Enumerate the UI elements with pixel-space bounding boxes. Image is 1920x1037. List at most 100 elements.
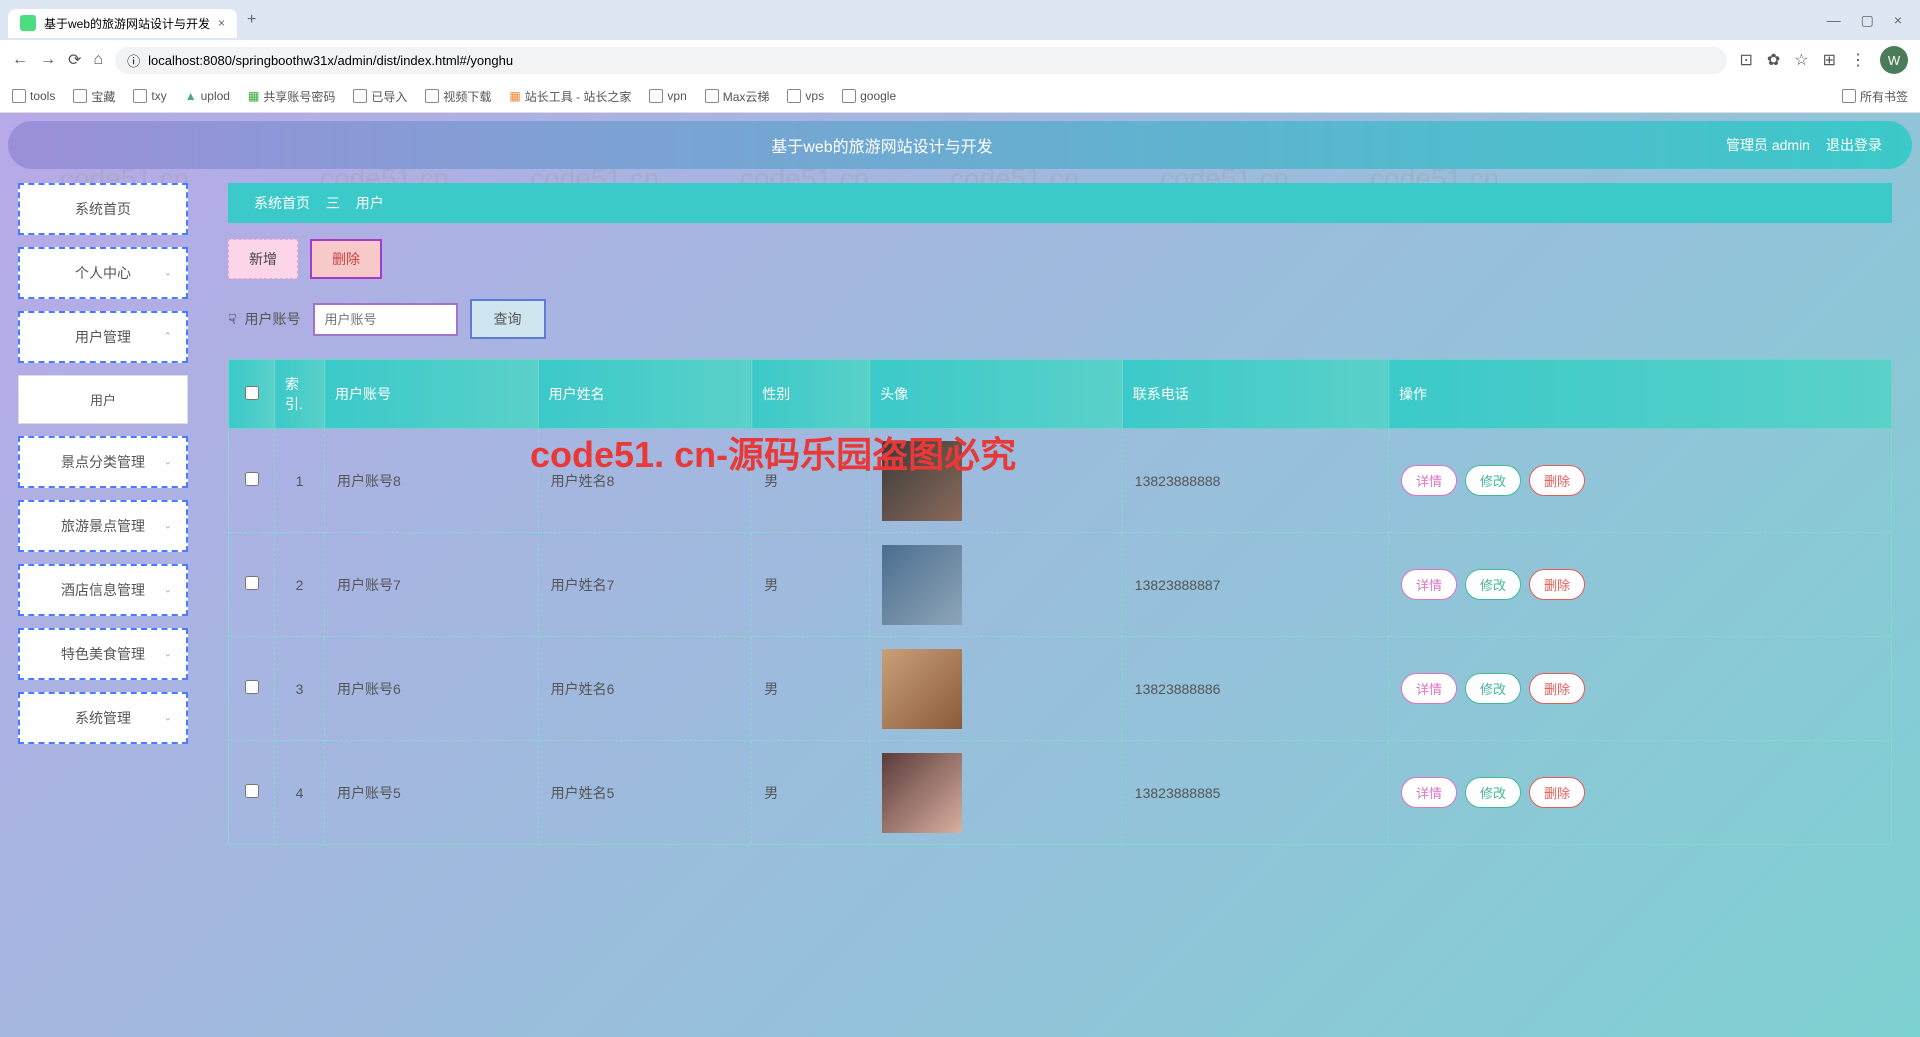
- row-checkbox[interactable]: [245, 576, 259, 590]
- folder-icon: [12, 89, 26, 103]
- cell-phone: 13823888885: [1122, 741, 1388, 845]
- cell-index: 3: [275, 637, 325, 741]
- back-icon[interactable]: ←: [12, 51, 28, 69]
- delete-button[interactable]: 删除: [310, 239, 382, 279]
- cell-account: 用户账号8: [325, 429, 539, 533]
- chevron-down-icon: ⌄: [164, 649, 172, 660]
- col-name: 用户姓名: [538, 360, 752, 429]
- sidebar-item-category[interactable]: 景点分类管理⌄: [18, 436, 188, 488]
- folder-icon: [1842, 89, 1856, 103]
- profile-avatar[interactable]: W: [1880, 46, 1908, 74]
- table-row: 1 用户账号8 用户姓名8 男 13823888888 详情 修改 删除: [229, 429, 1892, 533]
- delete-row-button[interactable]: 删除: [1529, 777, 1585, 808]
- avatar-icon: [882, 441, 962, 521]
- row-checkbox[interactable]: [245, 680, 259, 694]
- minimize-icon[interactable]: —: [1827, 12, 1841, 29]
- bookmark-item[interactable]: ▦站长工具 - 站长之家: [509, 88, 631, 105]
- avatar-icon: [882, 649, 962, 729]
- bookmark-item[interactable]: txy: [133, 89, 166, 103]
- url-text: localhost:8080/springboothw31x/admin/dis…: [148, 53, 513, 68]
- sidebar-item-profile[interactable]: 个人中心⌄: [18, 247, 188, 299]
- search-input[interactable]: [313, 303, 458, 336]
- app-container: code51.cn code51.cn code51.cn code51.cn …: [0, 113, 1920, 1037]
- extensions-icon[interactable]: ✿: [1767, 50, 1780, 70]
- bookmark-item[interactable]: Max云梯: [705, 88, 770, 105]
- bookmark-item[interactable]: tools: [12, 89, 55, 103]
- all-bookmarks[interactable]: 所有书签: [1842, 88, 1908, 105]
- edit-button[interactable]: 修改: [1465, 569, 1521, 600]
- new-tab-icon[interactable]: +: [247, 11, 256, 29]
- table-header-row: 索引. 用户账号 用户姓名 性别 头像 联系电话 操作: [229, 360, 1892, 429]
- cell-actions: 详情 修改 删除: [1389, 741, 1892, 845]
- cell-phone: 13823888887: [1122, 533, 1388, 637]
- user-role: 管理员 admin: [1726, 135, 1810, 155]
- breadcrumb-home[interactable]: 系统首页: [254, 195, 310, 211]
- page-title: 基于web的旅游网站设计与开发: [771, 133, 992, 157]
- delete-row-button[interactable]: 删除: [1529, 673, 1585, 704]
- sidebar-item-user[interactable]: 用户: [18, 375, 188, 424]
- detail-button[interactable]: 详情: [1401, 465, 1457, 496]
- detail-button[interactable]: 详情: [1401, 777, 1457, 808]
- cell-phone: 13823888886: [1122, 637, 1388, 741]
- sidebar-item-spot[interactable]: 旅游景点管理⌄: [18, 500, 188, 552]
- bookmark-icon[interactable]: ☆: [1794, 50, 1808, 70]
- table-row: 3 用户账号6 用户姓名6 男 13823888886 详情 修改 删除: [229, 637, 1892, 741]
- home-icon[interactable]: ⌂: [93, 51, 103, 69]
- cell-actions: 详情 修改 删除: [1389, 429, 1892, 533]
- bookmark-item[interactable]: vpn: [649, 89, 686, 103]
- puzzle-icon[interactable]: ⊞: [1823, 50, 1836, 70]
- sidebar-item-hotel[interactable]: 酒店信息管理⌄: [18, 564, 188, 616]
- edit-button[interactable]: 修改: [1465, 465, 1521, 496]
- tab-favicon-icon: [20, 15, 36, 31]
- cell-index: 2: [275, 533, 325, 637]
- forward-icon[interactable]: →: [40, 51, 56, 69]
- row-checkbox[interactable]: [245, 784, 259, 798]
- sidebar-item-user-mgmt[interactable]: 用户管理⌃: [18, 311, 188, 363]
- tab-close-icon[interactable]: ×: [218, 16, 225, 30]
- add-button[interactable]: 新增: [228, 239, 298, 279]
- search-button[interactable]: 查询: [470, 299, 546, 339]
- sidebar: 系统首页 个人中心⌄ 用户管理⌃ 用户 景点分类管理⌄ 旅游景点管理⌄ 酒店信息…: [8, 173, 198, 1029]
- edit-button[interactable]: 修改: [1465, 673, 1521, 704]
- folder-icon: [842, 89, 856, 103]
- cell-account: 用户账号5: [325, 741, 539, 845]
- bookmark-item[interactable]: 视频下载: [425, 88, 491, 105]
- row-checkbox[interactable]: [245, 472, 259, 486]
- maximize-icon[interactable]: ▢: [1861, 12, 1874, 29]
- folder-icon: [425, 89, 439, 103]
- cell-gender: 男: [752, 533, 870, 637]
- detail-button[interactable]: 详情: [1401, 673, 1457, 704]
- edit-button[interactable]: 修改: [1465, 777, 1521, 808]
- cell-name: 用户姓名5: [538, 741, 752, 845]
- bookmark-item[interactable]: ▦共享账号密码: [248, 88, 335, 105]
- select-all-checkbox[interactable]: [245, 386, 259, 400]
- menu-icon[interactable]: ⋮: [1850, 50, 1866, 70]
- url-input[interactable]: ⓘ localhost:8080/springboothw31x/admin/d…: [115, 47, 1727, 74]
- window-controls: — ▢ ×: [1827, 12, 1912, 29]
- logout-link[interactable]: 退出登录: [1826, 135, 1882, 155]
- site-info-icon[interactable]: ⓘ: [127, 51, 140, 70]
- bookmark-item[interactable]: 宝藏: [73, 88, 115, 105]
- cell-actions: 详情 修改 删除: [1389, 533, 1892, 637]
- detail-button[interactable]: 详情: [1401, 569, 1457, 600]
- tab-bar: 基于web的旅游网站设计与开发 × + — ▢ ×: [0, 0, 1920, 40]
- sidebar-item-home[interactable]: 系统首页: [18, 183, 188, 235]
- folder-icon: [649, 89, 663, 103]
- delete-row-button[interactable]: 删除: [1529, 465, 1585, 496]
- cell-name: 用户姓名6: [538, 637, 752, 741]
- search-row: ☟ 用户账号 查询: [228, 299, 1892, 339]
- bookmark-item[interactable]: google: [842, 89, 896, 103]
- delete-row-button[interactable]: 删除: [1529, 569, 1585, 600]
- bookmark-item[interactable]: ▲uplod: [185, 89, 230, 103]
- bookmark-item[interactable]: vps: [787, 89, 824, 103]
- close-icon[interactable]: ×: [1894, 12, 1902, 29]
- sidebar-item-food[interactable]: 特色美食管理⌄: [18, 628, 188, 680]
- cursor-icon: ☟: [228, 311, 237, 328]
- sidebar-item-system[interactable]: 系统管理⌄: [18, 692, 188, 744]
- reload-icon[interactable]: ⟳: [68, 50, 81, 70]
- cell-index: 4: [275, 741, 325, 845]
- avatar-icon: [882, 545, 962, 625]
- browser-tab[interactable]: 基于web的旅游网站设计与开发 ×: [8, 9, 237, 38]
- bookmark-item[interactable]: 已导入: [353, 88, 407, 105]
- translate-icon[interactable]: ⊡: [1739, 50, 1752, 70]
